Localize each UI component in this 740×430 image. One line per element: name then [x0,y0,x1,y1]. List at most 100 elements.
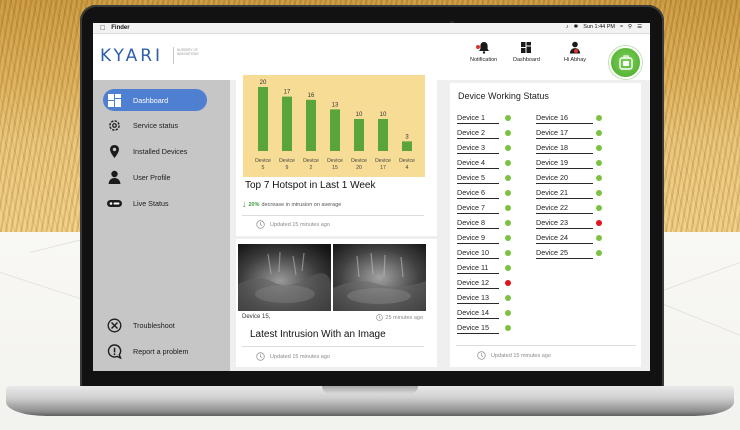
category-label: Device [279,158,295,164]
night-camera-image [333,244,426,311]
sidebar-item-label: Service status [133,120,179,130]
user-menu-button[interactable]: Hi Abhay [564,41,586,63]
status-dot-ok [596,175,602,181]
menubar-status: ♪ ✱ Sun 1:44 PM ≈ ⚲ ☰ [566,24,642,30]
chart-bar[interactable] [330,109,340,151]
device-row[interactable]: Device 3 [457,141,499,154]
sidebar-item-report-problem[interactable]: Report a problem [103,340,207,362]
bar-value-label: 20 [260,80,267,86]
category-label: Device [303,158,319,164]
device-row[interactable]: Device 18 [536,141,593,154]
updated-text: Updated 15 minutes ago [270,221,330,228]
bar-value-label: 3 [405,134,409,140]
brand-logo[interactable]: KYARI [100,46,163,66]
volume-icon[interactable]: ♪ [566,24,569,30]
bar-value-label: 17 [284,90,291,96]
bar-value-label: 16 [308,93,315,99]
bar-value-label: 10 [380,112,387,118]
device-row[interactable]: Device 8 [457,216,499,229]
notification-button[interactable]: Notification [470,41,497,63]
device-row[interactable]: Device 20 [536,171,593,184]
sidebar-item-label: Troubleshoot [133,320,175,330]
device-row[interactable]: Device 2 [457,126,499,139]
device-row[interactable]: Device 24 [536,231,593,244]
device-name: Device 20 [536,172,593,184]
hotspot-card: 20 Device 5 17 Device 9 16 Device 2 13 Device 15 10 D… [236,70,437,236]
intrusion-image-1[interactable] [238,244,331,311]
device-row[interactable]: Device 6 [457,186,499,199]
menubar-app-name[interactable]: Finder [111,25,129,31]
device-row[interactable]: Device 16 [536,111,593,124]
device-row[interactable]: Device 7 [457,201,499,214]
device-name: Device 14 [457,307,499,319]
device-name: Device 10 [457,247,499,259]
app-screen:  Finder ♪ ✱ Sun 1:44 PM ≈ ⚲ ☰ KYARI Nur… [93,23,650,371]
device-name: Device 21 [536,187,593,199]
category-label: 15 [332,165,338,171]
clock-icon [477,351,486,360]
device-row[interactable]: Device 9 [457,231,499,244]
status-dot-ok [596,160,602,166]
search-icon[interactable]: ⚲ [628,24,632,30]
hotspot-updated: Updated 15 minutes ago [256,220,330,229]
gear-icon [108,119,120,131]
sidebar-item-installed-devices[interactable]: Installed Devices [103,140,207,162]
status-dot-ok [596,190,602,196]
status-dot-ok [596,235,602,241]
wifi-icon[interactable]: ≈ [620,24,623,30]
device-row[interactable]: Device 13 [457,291,499,304]
device-row[interactable]: Device 17 [536,126,593,139]
device-row[interactable]: Device 19 [536,156,593,169]
status-dot-ok [505,130,511,136]
hotspot-bar-chart: 20Device517Device916Device213Device1510D… [255,80,415,171]
sidebar-item-troubleshoot[interactable]: Troubleshoot [103,314,207,336]
device-name: Device 15 [457,322,499,334]
chart-bar[interactable] [306,99,316,151]
device-row[interactable]: Device 14 [457,306,499,319]
device-row[interactable]: Device 25 [536,246,593,259]
bluetooth-icon[interactable]: ✱ [574,24,579,30]
device-name: Device 23 [536,217,593,229]
sidebar-item-label: Live Status [133,198,169,208]
device-name: Device 6 [457,187,499,199]
device-row[interactable]: Device 10 [457,246,499,259]
sidebar-item-live-status[interactable]: Live Status [103,192,207,214]
menubar-clock[interactable]: Sun 1:44 PM [583,24,615,30]
alert-icon [107,343,122,359]
status-dot-ok [505,310,511,316]
menu-list-icon[interactable]: ☰ [637,24,642,30]
chart-bar[interactable] [378,119,388,151]
chart-bar[interactable] [282,96,292,151]
device-row[interactable]: Device 22 [536,201,593,214]
device-row[interactable]: Device 4 [457,156,499,169]
chart-bar[interactable] [402,141,412,151]
sidebar-item-dashboard[interactable]: Dashboard [103,89,207,111]
device-row[interactable]: Device 15 [457,321,499,334]
device-row[interactable]: Device 21 [536,186,593,199]
apple-icon[interactable]:  [100,25,105,32]
notification-label: Notification [470,57,498,63]
device-row[interactable]: Device 11 [457,261,499,274]
updated-text: Updated 15 minutes ago [270,353,330,360]
dashboard-button[interactable]: Dashboard [513,41,540,63]
category-label: Device [255,158,271,164]
intrusion-image-2[interactable] [333,244,426,311]
device-name: Device 9 [457,232,499,244]
intrusion-updated: Updated 15 minutes ago [256,352,330,361]
intrusion-card: Device 15, 25 minutes ago Latest Intrusi… [236,239,437,367]
sidebar-item-user-profile[interactable]: User Profile [103,166,207,188]
device-name: Device 12 [457,277,499,289]
dashboard-label: Dashboard [513,57,540,63]
device-row[interactable]: Device 12 [457,276,499,289]
device-name: Device 13 [457,292,499,304]
device-row[interactable]: Device 1 [457,111,499,124]
device-row[interactable]: Device 5 [457,171,499,184]
sidebar-item-service-status[interactable]: Service status [103,114,207,136]
device-row[interactable]: Device 23 [536,216,593,229]
device-name: Device 17 [536,127,593,139]
device-name: Device 18 [536,142,593,154]
chart-bar[interactable] [354,119,364,151]
chart-bar[interactable] [258,87,268,151]
avatar[interactable] [609,46,642,79]
hotspot-trend: ↓ 20% decrease in intrusion on average [242,200,341,209]
